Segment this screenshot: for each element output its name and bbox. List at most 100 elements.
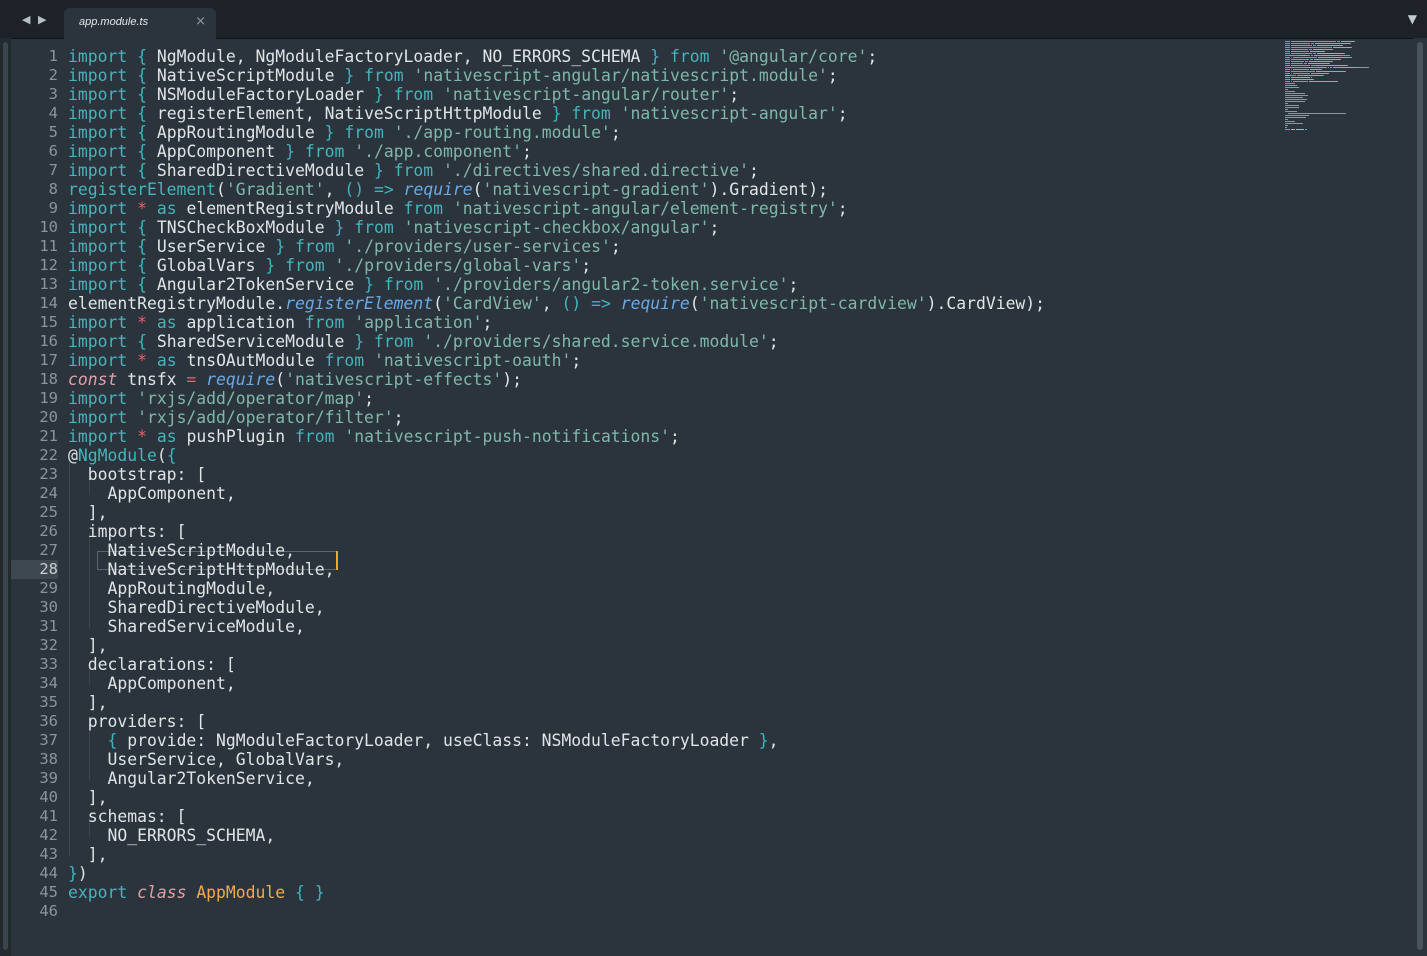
code-line[interactable]: import { SharedDirectiveModule } from '.… [68,161,759,180]
code-token: { [137,123,147,142]
code-line[interactable]: import 'rxjs/add/operator/filter'; [68,408,404,427]
line-number: 40 [39,788,58,806]
code-token: elementRegistryModule. [68,294,286,313]
line-number: 35 [39,693,58,711]
code-line[interactable]: providers: [ [68,712,206,731]
code-line[interactable]: AppComponent, [68,674,235,693]
code-token: ; [610,123,621,142]
code-line[interactable]: ], [68,845,108,864]
line-number: 4 [48,104,58,122]
code-line[interactable]: import * as tnsOAutModule from 'nativesc… [68,351,581,370]
code-token: 'nativescript-angular/element-registry' [452,199,838,218]
minimap-token [1285,69,1291,70]
code-line[interactable]: SharedDirectiveModule, [68,598,324,617]
code-token: ; [729,85,740,104]
code-line[interactable]: import { UserService } from './providers… [68,237,621,256]
code-token: AppModule [196,883,286,902]
left-scrollbar-thumb[interactable] [3,42,8,950]
code-line[interactable]: schemas: [ [68,807,187,826]
code-line[interactable]: NO_ERRORS_SCHEMA, [68,826,275,845]
line-number: 19 [39,389,58,407]
code-line[interactable]: export class AppModule { } [68,883,325,902]
code-line[interactable]: import * as elementRegistryModule from '… [68,199,848,218]
code-line[interactable]: ], [68,503,108,522]
code-token: import [68,66,128,85]
code-token: './app-routing.module' [393,123,611,142]
code-line[interactable]: import { registerElement, NativeScriptHt… [68,104,848,123]
code-line[interactable]: import * as application from 'applicatio… [68,313,492,332]
tab-nav-arrows-icon[interactable]: ◀ ▶ [22,13,48,26]
code-line[interactable]: UserService, GlobalVars, [68,750,344,769]
code-token: 'nativescript-gradient' [482,180,710,199]
code-line[interactable]: }) [68,864,88,883]
code-token: class [137,883,187,902]
code-line[interactable]: Angular2TokenService, [68,769,314,788]
code-token: 'rxjs/add/operator/map' [137,389,365,408]
minimap-token [1285,85,1297,86]
code-token: , [541,294,562,313]
code-line[interactable]: declarations: [ [68,655,236,674]
code-line[interactable]: import { GlobalVars } from './providers/… [68,256,591,275]
minimap-token [1289,113,1345,114]
chevron-down-icon[interactable]: ▼ [1408,12,1417,26]
code-line[interactable]: ], [68,693,108,712]
code-line[interactable]: import { Angular2TokenService } from './… [68,275,798,294]
code-line[interactable]: ], [68,788,108,807]
code-line[interactable]: import { NSModuleFactoryLoader } from 'n… [68,85,739,104]
minimap-token [1329,63,1331,64]
code-line[interactable]: AppRoutingModule, [68,579,275,598]
code-line[interactable]: import { SharedServiceModule } from './p… [68,332,779,351]
code-editor[interactable]: import { NgModule, NgModuleFactoryLoader… [68,38,1278,956]
code-line[interactable]: imports: [ [68,522,187,541]
code-line[interactable]: const tnsfx = require('nativescript-effe… [68,370,522,389]
close-icon[interactable]: × [195,14,206,29]
vertical-scrollbar-thumb[interactable] [1417,42,1423,950]
line-number: 6 [48,142,58,160]
code-token: from [285,256,325,275]
code-line[interactable]: SharedServiceModule, [68,617,304,636]
code-token: ( [156,446,167,465]
code-token: tnsfx [117,370,187,389]
minimap-token [1285,127,1287,128]
vertical-scrollbar[interactable] [1414,38,1427,956]
code-line[interactable]: AppComponent, [68,484,235,503]
code-token: from [295,427,335,446]
code-line[interactable]: NativeScriptModule, [68,541,295,560]
line-number: 2 [48,66,58,84]
code-token: } [373,85,384,104]
code-token: NgModule [77,446,157,465]
code-line[interactable]: import { AppComponent } from './app.comp… [68,142,532,161]
code-line[interactable]: import { NativeScriptModule } from 'nati… [68,66,838,85]
minimap-token [1318,57,1352,58]
line-number: 21 [39,427,58,445]
code-line[interactable]: registerElement('Gradient', () => requir… [68,180,828,199]
code-token: from [304,313,345,332]
minimap-token [1290,79,1314,80]
code-line[interactable]: NativeScriptHttpModule, [68,560,334,579]
line-number: 10 [39,218,58,236]
left-scrollbar[interactable] [0,38,11,956]
code-token: import [68,275,128,294]
code-token: { [137,275,147,294]
tab-app-module[interactable]: app.module.ts × [64,8,216,39]
code-line[interactable]: elementRegistryModule.registerElement('C… [68,294,1045,313]
minimap-token [1291,65,1311,66]
code-line[interactable]: import { NgModule, NgModuleFactoryLoader… [68,47,877,66]
code-line[interactable]: import 'rxjs/add/operator/map'; [68,389,374,408]
code-line[interactable]: ], [68,636,108,655]
code-line[interactable]: import * as pushPlugin from 'nativescrip… [68,427,680,446]
code-line[interactable]: { provide: NgModuleFactoryLoader, useCla… [68,731,778,750]
code-line[interactable]: bootstrap: [ [68,465,206,484]
minimap[interactable] [1283,38,1413,158]
code-token: as [156,427,177,446]
code-token: ( [472,180,483,199]
code-line[interactable]: import { TNSCheckBoxModule } from 'nativ… [68,218,719,237]
code-token: ; [748,161,759,180]
code-line[interactable]: import { AppRoutingModule } from './app-… [68,123,621,142]
code-line[interactable]: @NgModule({ [68,446,177,465]
